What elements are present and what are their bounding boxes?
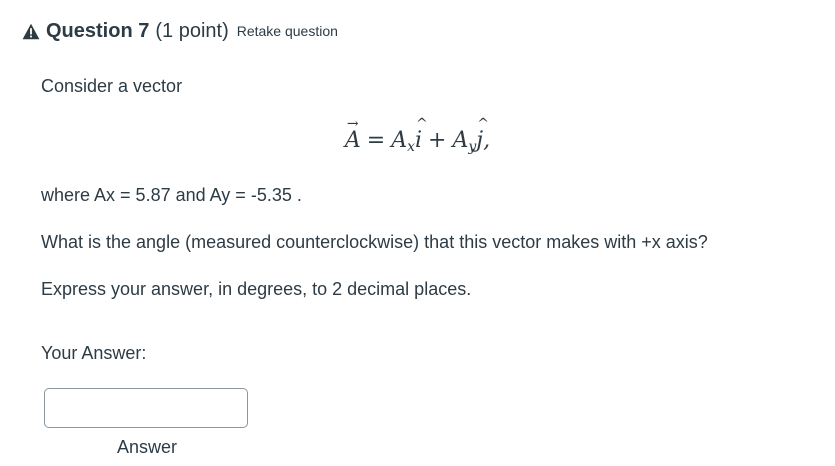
unit-vector-j: j ^ — [476, 116, 490, 153]
unit-vector-i: i ^ — [415, 116, 428, 153]
term2-coefficient: A — [452, 128, 469, 153]
given-values-text: where Ax = 5.87 and Ay = -5.35 . — [41, 185, 302, 205]
retake-question-link[interactable]: Retake question — [237, 23, 338, 39]
answer-input-label: Answer — [116, 437, 178, 457]
term1-subscript: x — [407, 139, 415, 155]
warning-triangle-icon — [22, 23, 40, 39]
vector-arrow-icon: → — [346, 116, 359, 132]
question-points: (1 point) — [155, 19, 229, 42]
answer-instruction: Express your answer, in degrees, to 2 de… — [41, 279, 472, 299]
equals-sign: = — [366, 128, 386, 153]
question-prompt: What is the angle (measured counterclock… — [41, 232, 708, 252]
your-answer-heading: Your Answer: — [41, 343, 147, 363]
question-header: Question 7 (1 point) Retake question — [22, 18, 338, 44]
vector-a-symbol: A → — [344, 116, 361, 153]
answer-input[interactable] — [44, 388, 248, 428]
vector-equation: A → = Axi ^ + Ayj ^, — [0, 116, 835, 155]
plus-sign: + — [428, 128, 447, 153]
intro-text: Consider a vector — [41, 76, 183, 96]
question-title: Question 7 — [46, 19, 150, 42]
term1-coefficient: A — [391, 128, 408, 153]
